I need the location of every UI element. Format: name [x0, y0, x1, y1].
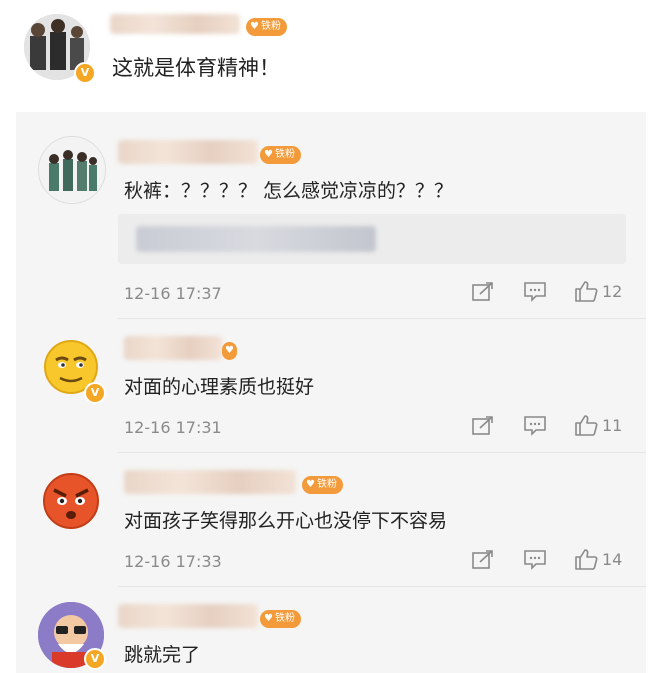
commenter-avatar[interactable]	[38, 136, 106, 204]
fan-badge: ♥ 铁粉	[246, 18, 287, 36]
username-blurred	[124, 470, 296, 494]
verified-v-icon: V	[74, 62, 96, 84]
heart-icon: ♥	[264, 149, 273, 160]
comment-icon	[524, 282, 546, 302]
comment-button[interactable]	[524, 550, 546, 570]
like-icon	[575, 281, 598, 302]
commenter-avatar[interactable]	[38, 468, 104, 534]
comment-button[interactable]	[524, 416, 546, 436]
like-count: 11	[602, 415, 623, 435]
share-icon	[472, 550, 493, 569]
heart-icon: ♥	[306, 479, 315, 490]
username-blurred	[124, 336, 222, 360]
divider	[118, 452, 646, 453]
comment-text: 对面的心理素质也挺好	[124, 376, 315, 398]
post-text: 这就是体育精神！	[112, 56, 280, 80]
share-icon	[472, 282, 493, 301]
comment-button[interactable]	[524, 282, 546, 302]
comment-icon	[524, 550, 546, 570]
comment-time: 12-16 17:33	[124, 552, 222, 571]
heart-icon: ♥	[264, 613, 273, 624]
quoted-content-blurred[interactable]	[118, 214, 626, 264]
comment-time: 12-16 17:31	[124, 418, 222, 437]
like-button[interactable]: 14	[574, 548, 622, 570]
comment-text: 秋裤：？？？？ 怎么感觉凉凉的？？？	[124, 180, 454, 202]
fan-badge: ♥	[222, 342, 237, 360]
username-blurred	[118, 604, 258, 628]
share-icon	[472, 416, 493, 435]
like-button[interactable]: 12	[574, 280, 622, 302]
username-blurred	[110, 14, 240, 34]
share-button[interactable]	[472, 416, 494, 436]
heart-icon: ♥	[250, 21, 259, 32]
comment-text: 跳就完了	[124, 644, 201, 666]
verified-v-icon: V	[84, 382, 106, 404]
comment-text: 对面孩子笑得那么开心也没停下不容易	[124, 510, 448, 532]
fan-badge: ♥ 铁粉	[260, 610, 301, 628]
comment-time: 12-16 17:37	[124, 284, 222, 303]
like-icon	[575, 549, 598, 570]
divider	[118, 318, 646, 319]
like-icon	[575, 415, 598, 436]
verified-v-icon: V	[84, 648, 106, 670]
heart-icon: ♥	[225, 345, 234, 356]
fan-badge: ♥ 铁粉	[260, 146, 301, 164]
divider	[118, 586, 646, 587]
share-button[interactable]	[472, 550, 494, 570]
quoted-text-blurred	[136, 226, 376, 252]
like-count: 12	[602, 281, 623, 301]
like-button[interactable]: 11	[574, 414, 622, 436]
comment-icon	[524, 416, 546, 436]
like-count: 14	[602, 549, 623, 569]
share-button[interactable]	[472, 282, 494, 302]
fan-badge: ♥ 铁粉	[302, 476, 343, 494]
username-blurred	[118, 140, 258, 164]
